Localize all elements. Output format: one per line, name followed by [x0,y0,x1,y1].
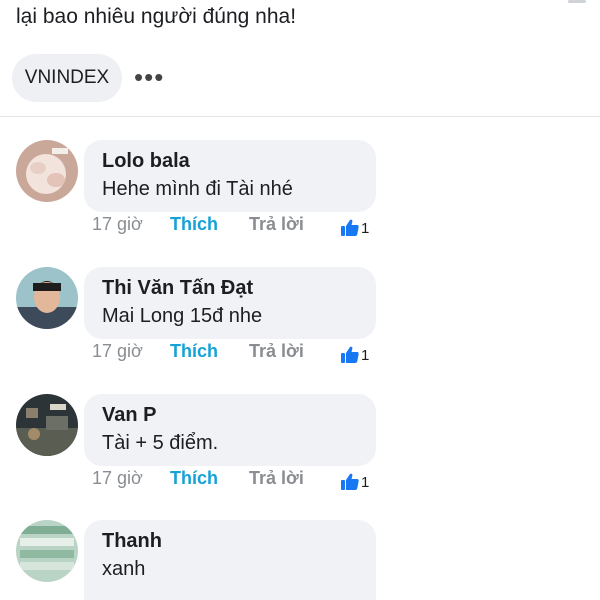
commenter-name[interactable]: Van P [102,404,156,427]
comment-time: 17 giờ [92,341,143,361]
avatar[interactable] [16,140,78,202]
comment-time: 17 giờ [92,468,143,488]
like-count: 1 [361,219,370,237]
menu-edge-mark [568,0,586,3]
comment-item: Thi Văn Tấn Đạt Mai Long 15đ nhe 17 giờ … [0,267,600,387]
tag-label: VNINDEX [24,67,110,88]
reply-button[interactable]: Trả lời [249,468,304,489]
commenter-name[interactable]: Thanh [102,530,162,553]
comment-thread-screen: { "post": { "text": "lại bao nhiêu người… [0,0,600,600]
commenter-name[interactable]: Thi Văn Tấn Đạt [102,277,253,300]
reply-button[interactable]: Trả lời [249,341,304,362]
comment-item: Van P Tài + 5 điểm. 17 giờ Thích Trả lời [0,394,600,514]
divider [0,116,600,117]
comment-text: Hehe mình đi Tài nhé [102,178,293,200]
comment-item: Lolo bala Hehe mình đi Tài nhé 17 giờ Th… [0,140,600,260]
thumbs-up-icon [341,346,359,363]
commenter-name[interactable]: Lolo bala [102,150,190,173]
like-button[interactable]: Thích [170,468,218,489]
vnindex-tag-chip[interactable]: VNINDEX [12,54,122,102]
like-button[interactable]: Thích [170,214,218,235]
avatar[interactable] [16,267,78,329]
avatar[interactable] [16,520,78,582]
comment-bubble: Thi Văn Tấn Đạt Mai Long 15đ nhe [84,267,376,339]
comment-bubble: Thanh xanh [84,520,376,600]
post-text: lại bao nhiêu người đúng nha! [16,5,297,28]
like-count-badge[interactable]: 1 [340,472,369,492]
comment-time: 17 giờ [92,214,143,234]
comment-text: Mai Long 15đ nhe [102,305,263,327]
comment-text: Tài + 5 điểm. [102,432,219,454]
like-count-badge[interactable]: 1 [340,218,369,238]
comment-bubble: Van P Tài + 5 điểm. [84,394,376,466]
like-count-badge[interactable]: 1 [340,345,369,365]
avatar[interactable] [16,394,78,456]
more-options-icon[interactable]: ••• [134,62,164,92]
reply-button[interactable]: Trả lời [249,214,304,235]
thumbs-up-icon [341,219,359,236]
comment-item: Thanh xanh [0,520,600,600]
comment-bubble: Lolo bala Hehe mình đi Tài nhé [84,140,376,212]
comment-text: xanh [102,558,146,580]
thumbs-up-icon [341,473,359,490]
like-count: 1 [361,346,370,364]
like-button[interactable]: Thích [170,341,218,362]
like-count: 1 [361,473,370,491]
